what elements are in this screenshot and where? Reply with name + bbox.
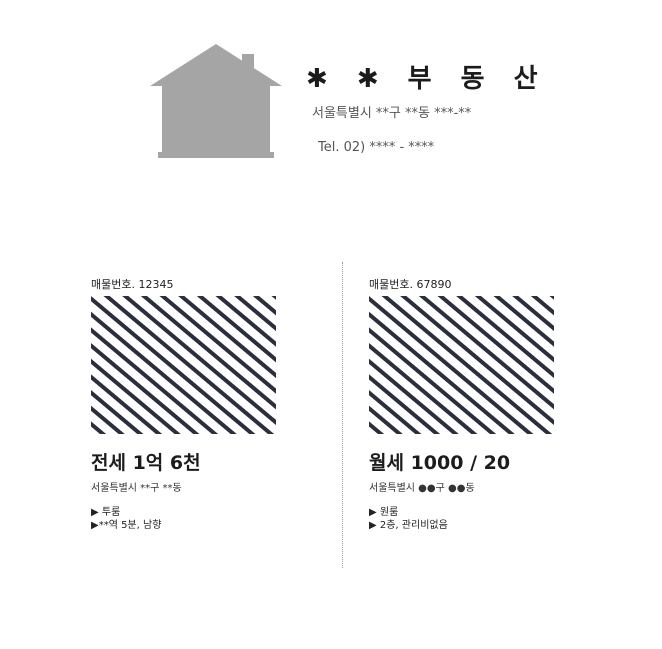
- listing-address: 서울특별시 **구 **동: [91, 483, 182, 494]
- listing-feature: ▶ 투룸: [91, 507, 121, 518]
- listing-feature: ▶**역 5분, 남향: [91, 520, 162, 531]
- listing-number: 매물번호. 67890: [369, 278, 452, 291]
- agency-phone: Tel. 02) **** - ****: [318, 140, 435, 155]
- listing-feature: ▶ 2층, 관리비없음: [369, 520, 448, 531]
- agency-address: 서울특별시 **구 **동 ***-**: [312, 106, 472, 121]
- listing-card[interactable]: 매물번호. 67890 월세 1000 / 20 서울특별시 ●●구 ●●동 ▶…: [369, 276, 569, 532]
- property-photo-placeholder: [369, 296, 554, 434]
- listing-number: 매물번호. 12345: [91, 278, 174, 291]
- listing-price: 전세 1억 6천: [91, 452, 201, 474]
- listing-feature: ▶ 원룸: [369, 507, 399, 518]
- property-photo-placeholder: [91, 296, 276, 434]
- listing-price: 월세 1000 / 20: [369, 452, 511, 474]
- listing-features: ▶ 원룸 ▶ 2층, 관리비없음: [369, 506, 569, 532]
- listing-card[interactable]: 매물번호. 12345 전세 1억 6천 서울특별시 **구 **동 ▶ 투룸 …: [91, 276, 291, 532]
- agency-name: ✱ ✱ 부 동 산: [306, 64, 548, 94]
- house-logo-icon: [150, 44, 282, 158]
- listing-features: ▶ 투룸 ▶**역 5분, 남향: [91, 506, 291, 532]
- listing-address: 서울특별시 ●●구 ●●동: [369, 483, 475, 494]
- listing-divider: [342, 262, 343, 568]
